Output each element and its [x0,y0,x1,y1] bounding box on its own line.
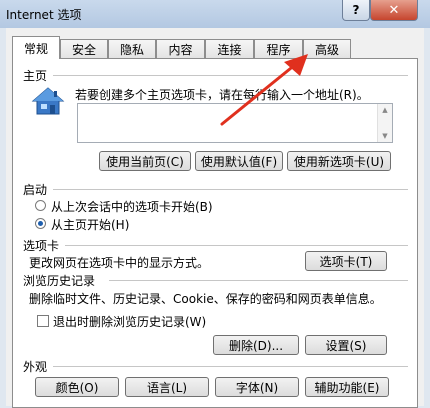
general-panel: 主页 若要创建多个主页选项卡，请在每行输入一个地址(R)。 ▲ ▼ 使用当前页(… [12,58,418,408]
history-divider [109,280,408,281]
history-section-title: 浏览历史记录 [23,274,96,288]
scroll-up-arrow-icon[interactable]: ▲ [378,106,392,114]
tab-security[interactable]: 安全 [60,39,108,58]
startup-last-session-label: 从上次会话中的选项卡开始(B) [51,200,213,214]
appearance-section-title: 外观 [23,360,48,374]
delete-on-exit-label: 退出时删除浏览历史记录(W) [53,315,207,329]
window-title: Internet 选项 [6,8,82,22]
delete-history-button[interactable]: 删除(D)... [213,335,299,355]
startup-last-session-radio[interactable] [35,200,46,211]
tab-programs[interactable]: 程序 [254,39,303,58]
accessibility-button[interactable]: 辅助功能(E) [305,377,389,397]
startup-home-label: 从主页开始(H) [51,218,130,232]
fonts-button[interactable]: 字体(N) [215,377,299,397]
tab-connections[interactable]: 连接 [205,39,254,58]
help-button[interactable]: ? [342,0,370,21]
home-description: 若要创建多个主页选项卡，请在每行输入一个地址(R)。 [75,88,369,102]
use-current-button[interactable]: 使用当前页(C) [99,151,191,171]
languages-button[interactable]: 语言(L) [125,377,209,397]
home-address-box[interactable]: ▲ ▼ [77,103,393,143]
tab-privacy[interactable]: 隐私 [108,39,156,58]
house-icon [31,87,65,115]
use-default-button[interactable]: 使用默认值(F) [195,151,283,171]
startup-home-radio[interactable] [35,218,46,229]
tab-advanced[interactable]: 高级 [303,39,351,58]
use-new-tab-button[interactable]: 使用新选项卡(U) [287,151,391,171]
tabs-button[interactable]: 选项卡(T) [305,251,387,271]
dialog-body: 常规 安全 隐私 内容 连接 程序 高级 主页 若要创建多个主页选项卡，请在每行… [6,28,424,408]
startup-divider [53,189,408,190]
tabs-section-title: 选项卡 [23,239,60,253]
history-settings-button[interactable]: 设置(S) [305,335,387,355]
tab-general[interactable]: 常规 [12,36,60,59]
home-address-scrollbar[interactable]: ▲ ▼ [377,104,392,142]
appearance-divider [53,366,408,367]
home-section-title: 主页 [23,69,48,83]
tab-content[interactable]: 内容 [156,39,205,58]
delete-on-exit-checkbox[interactable] [37,315,49,327]
home-divider [53,75,408,76]
tabs-divider [65,245,408,246]
startup-section-title: 启动 [23,183,48,197]
scroll-down-arrow-icon[interactable]: ▼ [378,132,392,140]
history-description: 删除临时文件、历史记录、Cookie、保存的密码和网页表单信息。 [29,292,382,306]
tabs-description: 更改网页在选项卡中的显示方式。 [29,256,210,270]
title-bar: Internet 选项 ? ✕ [0,0,430,28]
colors-button[interactable]: 颜色(O) [35,377,119,397]
close-button[interactable]: ✕ [370,0,418,21]
